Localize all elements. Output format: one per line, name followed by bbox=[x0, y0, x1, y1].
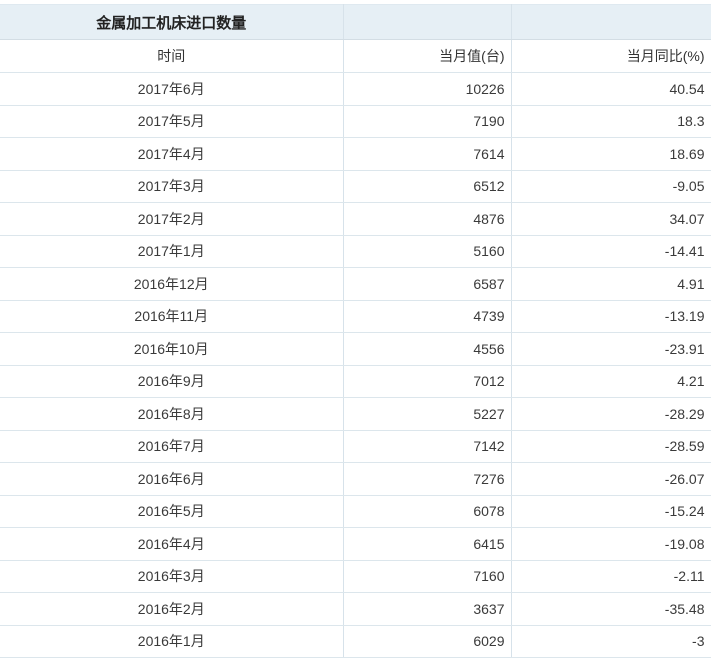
value-cell: 6512 bbox=[343, 170, 512, 203]
yoy-cell: -15.24 bbox=[511, 495, 711, 528]
value-cell: 6029 bbox=[343, 625, 512, 658]
table-row: 2017年6月 10226 40.54 bbox=[0, 72, 711, 106]
table-row: 2016年12月 6587 4.91 bbox=[0, 267, 711, 301]
table-row: 2017年2月 4876 34.07 bbox=[0, 202, 711, 236]
yoy-cell: -26.07 bbox=[511, 462, 711, 496]
yoy-cell: -28.29 bbox=[511, 397, 711, 431]
page: 金属加工机床进口数量 时间 当月值(台) 当月同比(%) 2017年6月 1022… bbox=[0, 0, 711, 665]
time-cell: 2016年10月 bbox=[0, 332, 344, 366]
time-cell: 2017年1月 bbox=[0, 235, 344, 268]
table-row: 2017年1月 5160 -14.41 bbox=[0, 235, 711, 268]
table-row: 2016年7月 7142 -28.59 bbox=[0, 430, 711, 463]
table-row: 2016年8月 5227 -28.29 bbox=[0, 397, 711, 431]
time-cell: 2016年12月 bbox=[0, 267, 344, 301]
value-cell: 5160 bbox=[343, 235, 512, 268]
yoy-cell: 4.21 bbox=[511, 365, 711, 398]
time-cell: 2016年6月 bbox=[0, 462, 344, 496]
yoy-cell: -28.59 bbox=[511, 430, 711, 463]
time-cell: 2016年9月 bbox=[0, 365, 344, 398]
table-row: 2016年2月 3637 -35.48 bbox=[0, 592, 711, 626]
yoy-cell: 4.91 bbox=[511, 267, 711, 301]
table-body: 2017年6月 10226 40.54 2017年5月 7190 18.3 2017年4月 7… bbox=[0, 72, 711, 658]
time-cell: 2016年3月 bbox=[0, 560, 344, 593]
time-cell: 2017年2月 bbox=[0, 202, 344, 236]
value-cell: 7160 bbox=[343, 560, 512, 593]
value-cell: 4876 bbox=[343, 202, 512, 236]
table-row: 2016年9月 7012 4.21 bbox=[0, 365, 711, 398]
title-spacer-cell bbox=[511, 4, 711, 40]
table-row: 2016年5月 6078 -15.24 bbox=[0, 495, 711, 528]
table-header-row: 时间 当月值(台) 当月同比(%) bbox=[0, 39, 711, 73]
value-cell: 5227 bbox=[343, 397, 512, 431]
value-cell: 7614 bbox=[343, 137, 512, 171]
time-cell: 2016年1月 bbox=[0, 625, 344, 658]
yoy-cell: 18.69 bbox=[511, 137, 711, 171]
yoy-cell: -2.11 bbox=[511, 560, 711, 593]
time-cell: 2017年6月 bbox=[0, 72, 344, 106]
value-cell: 6587 bbox=[343, 267, 512, 301]
table-row: 2016年10月 4556 -23.91 bbox=[0, 332, 711, 366]
yoy-cell: 18.3 bbox=[511, 105, 711, 138]
time-cell: 2016年5月 bbox=[0, 495, 344, 528]
table-row: 2016年1月 6029 -3 bbox=[0, 625, 711, 658]
table-title: 金属加工机床进口数量 bbox=[0, 4, 344, 40]
yoy-cell: -3 bbox=[511, 625, 711, 658]
column-header-value: 当月值(台) bbox=[343, 39, 512, 73]
table-title-row: 金属加工机床进口数量 bbox=[0, 4, 711, 40]
yoy-cell: 40.54 bbox=[511, 72, 711, 106]
title-spacer-cell bbox=[343, 4, 512, 40]
yoy-cell: 34.07 bbox=[511, 202, 711, 236]
value-cell: 7012 bbox=[343, 365, 512, 398]
table-row: 2016年6月 7276 -26.07 bbox=[0, 462, 711, 496]
table-row: 2017年3月 6512 -9.05 bbox=[0, 170, 711, 203]
table-row: 2017年5月 7190 18.3 bbox=[0, 105, 711, 138]
time-cell: 2016年4月 bbox=[0, 527, 344, 561]
time-cell: 2016年8月 bbox=[0, 397, 344, 431]
time-cell: 2017年5月 bbox=[0, 105, 344, 138]
table-row: 2017年4月 7614 18.69 bbox=[0, 137, 711, 171]
table-row: 2016年11月 4739 -13.19 bbox=[0, 300, 711, 333]
value-cell: 4556 bbox=[343, 332, 512, 366]
time-cell: 2017年3月 bbox=[0, 170, 344, 203]
import-quantity-table: 金属加工机床进口数量 时间 当月值(台) 当月同比(%) 2017年6月 1022… bbox=[0, 4, 711, 658]
time-cell: 2016年7月 bbox=[0, 430, 344, 463]
value-cell: 7190 bbox=[343, 105, 512, 138]
time-cell: 2016年11月 bbox=[0, 300, 344, 333]
time-cell: 2017年4月 bbox=[0, 137, 344, 171]
yoy-cell: -14.41 bbox=[511, 235, 711, 268]
value-cell: 4739 bbox=[343, 300, 512, 333]
yoy-cell: -9.05 bbox=[511, 170, 711, 203]
yoy-cell: -13.19 bbox=[511, 300, 711, 333]
yoy-cell: -23.91 bbox=[511, 332, 711, 366]
column-header-yoy: 当月同比(%) bbox=[511, 39, 711, 73]
value-cell: 6415 bbox=[343, 527, 512, 561]
yoy-cell: -19.08 bbox=[511, 527, 711, 561]
value-cell: 10226 bbox=[343, 72, 512, 106]
table-row: 2016年4月 6415 -19.08 bbox=[0, 527, 711, 561]
table-row: 2016年3月 7160 -2.11 bbox=[0, 560, 711, 593]
time-cell: 2016年2月 bbox=[0, 592, 344, 626]
value-cell: 3637 bbox=[343, 592, 512, 626]
yoy-cell: -35.48 bbox=[511, 592, 711, 626]
value-cell: 7142 bbox=[343, 430, 512, 463]
value-cell: 6078 bbox=[343, 495, 512, 528]
column-header-time: 时间 bbox=[0, 39, 344, 73]
value-cell: 7276 bbox=[343, 462, 512, 496]
